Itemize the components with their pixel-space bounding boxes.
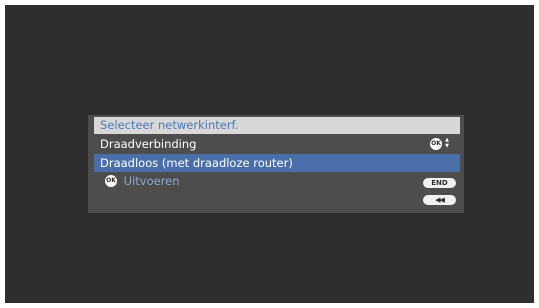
execute-label: Uitvoeren xyxy=(123,174,180,188)
execute-button[interactable]: OK Uitvoeren xyxy=(105,173,180,189)
tv-screen: Selecteer netwerkinterf. Draadverbinding… xyxy=(5,5,534,303)
back-button[interactable]: ◀◀ xyxy=(423,195,456,205)
option-label: Draadloos (met draadloze router) xyxy=(100,156,293,170)
dialog-title: Selecteer netwerkinterf. xyxy=(94,117,460,134)
network-interface-dialog: Selecteer netwerkinterf. Draadverbinding… xyxy=(88,115,464,213)
end-button[interactable]: END xyxy=(423,178,456,188)
rewind-icon: ◀◀ xyxy=(435,196,445,204)
option-wired-connection[interactable]: Draadverbinding OK ▲ ▼ xyxy=(94,135,460,153)
up-down-arrows-icon: ▲ ▼ xyxy=(445,137,449,149)
ok-circle-icon: OK xyxy=(430,138,442,150)
option-wireless-router[interactable]: Draadloos (met draadloze router) xyxy=(94,154,460,172)
ok-circle-icon: OK xyxy=(105,174,117,187)
option-label: Draadverbinding xyxy=(100,137,197,151)
